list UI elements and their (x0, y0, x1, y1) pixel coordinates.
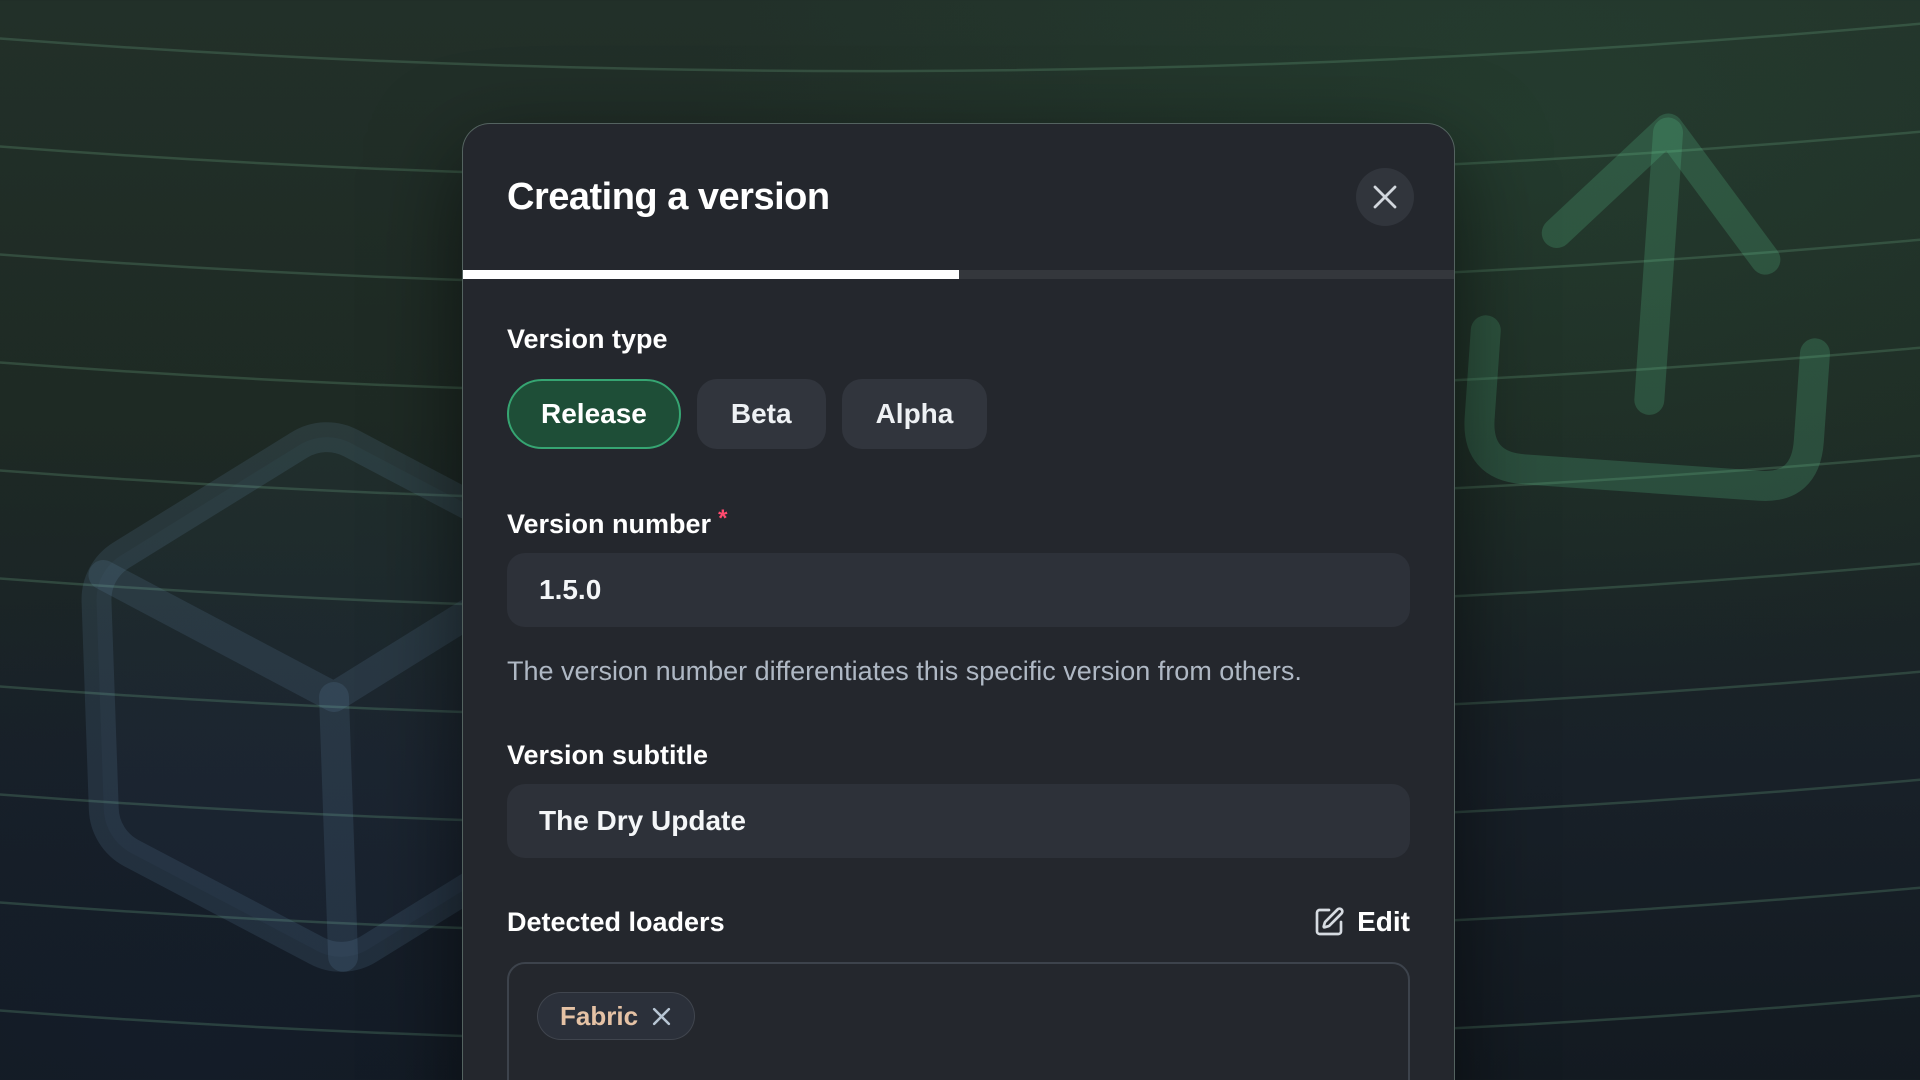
upload-arrow-icon (1476, 117, 1830, 489)
version-type-alpha[interactable]: Alpha (842, 379, 988, 449)
edit-loaders-button[interactable]: Edit (1313, 906, 1410, 938)
modal-title: Creating a version (507, 176, 830, 219)
progress-bar (463, 270, 1454, 279)
remove-loader-icon[interactable] (651, 1006, 672, 1027)
version-type-options: Release Beta Alpha (507, 379, 1410, 449)
version-type-release[interactable]: Release (507, 379, 681, 449)
version-subtitle-input[interactable] (507, 784, 1410, 858)
detected-loaders-box: Fabric (507, 962, 1410, 1080)
loader-chip-fabric: Fabric (537, 992, 695, 1040)
version-number-section: Version number * The version number diffe… (507, 505, 1410, 691)
version-type-beta[interactable]: Beta (697, 379, 826, 449)
modal-header: Creating a version (463, 124, 1454, 270)
close-button[interactable] (1356, 168, 1414, 226)
modal-body: Version type Release Beta Alpha Version … (463, 279, 1454, 1080)
version-number-input[interactable] (507, 553, 1410, 627)
close-icon (1372, 184, 1398, 210)
detected-loaders-label: Detected loaders (507, 906, 725, 938)
loader-chip-label: Fabric (560, 1001, 638, 1032)
progress-fill (463, 270, 959, 279)
version-number-help: The version number differentiates this s… (507, 651, 1397, 691)
create-version-modal: Creating a version Version type Release … (462, 123, 1455, 1080)
required-marker: * (718, 505, 727, 532)
version-number-label: Version number (507, 509, 711, 539)
edit-pen-icon (1313, 906, 1345, 938)
detected-loaders-row: Detected loaders Edit (507, 904, 1410, 940)
version-type-label: Version type (507, 323, 1410, 355)
version-subtitle-section: Version subtitle (507, 739, 1410, 858)
edit-button-label: Edit (1357, 906, 1410, 938)
version-subtitle-label: Version subtitle (507, 739, 1410, 771)
